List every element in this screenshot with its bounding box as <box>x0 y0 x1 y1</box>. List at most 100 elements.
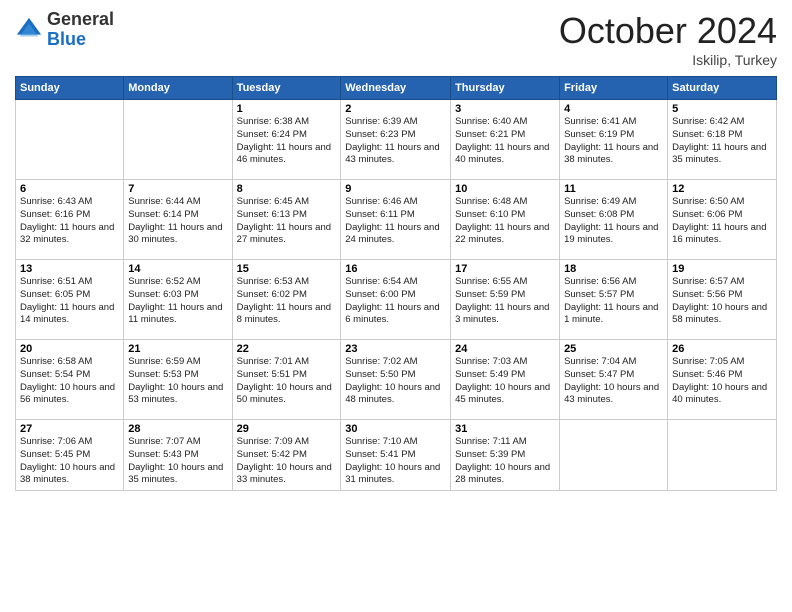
day-number: 15 <box>237 263 337 275</box>
logo: General Blue <box>15 10 114 50</box>
calendar-cell: 14Sunrise: 6:52 AMSunset: 6:03 PMDayligh… <box>124 260 232 340</box>
day-number: 21 <box>128 343 227 355</box>
day-number: 4 <box>564 103 663 115</box>
day-info: Sunrise: 7:06 AMSunset: 5:45 PMDaylight:… <box>20 436 119 487</box>
day-info: Sunrise: 7:02 AMSunset: 5:50 PMDaylight:… <box>345 356 446 407</box>
calendar-cell: 6Sunrise: 6:43 AMSunset: 6:16 PMDaylight… <box>16 180 124 260</box>
calendar-week-row: 27Sunrise: 7:06 AMSunset: 5:45 PMDayligh… <box>16 420 777 491</box>
calendar-cell: 31Sunrise: 7:11 AMSunset: 5:39 PMDayligh… <box>451 420 560 491</box>
day-info: Sunrise: 6:41 AMSunset: 6:19 PMDaylight:… <box>564 116 663 167</box>
day-number: 3 <box>455 103 555 115</box>
day-info: Sunrise: 7:09 AMSunset: 5:42 PMDaylight:… <box>237 436 337 487</box>
day-number: 29 <box>237 423 337 435</box>
day-info: Sunrise: 6:39 AMSunset: 6:23 PMDaylight:… <box>345 116 446 167</box>
calendar-cell: 2Sunrise: 6:39 AMSunset: 6:23 PMDaylight… <box>341 100 451 180</box>
day-number: 11 <box>564 183 663 195</box>
day-number: 5 <box>672 103 772 115</box>
calendar-cell: 23Sunrise: 7:02 AMSunset: 5:50 PMDayligh… <box>341 340 451 420</box>
header: General Blue October 2024 Iskilip, Turke… <box>15 10 777 68</box>
day-number: 28 <box>128 423 227 435</box>
calendar-cell: 29Sunrise: 7:09 AMSunset: 5:42 PMDayligh… <box>232 420 341 491</box>
day-info: Sunrise: 7:04 AMSunset: 5:47 PMDaylight:… <box>564 356 663 407</box>
day-info: Sunrise: 6:50 AMSunset: 6:06 PMDaylight:… <box>672 196 772 247</box>
day-info: Sunrise: 6:45 AMSunset: 6:13 PMDaylight:… <box>237 196 337 247</box>
day-number: 19 <box>672 263 772 275</box>
calendar-cell: 1Sunrise: 6:38 AMSunset: 6:24 PMDaylight… <box>232 100 341 180</box>
day-info: Sunrise: 6:52 AMSunset: 6:03 PMDaylight:… <box>128 276 227 327</box>
day-number: 26 <box>672 343 772 355</box>
day-info: Sunrise: 6:57 AMSunset: 5:56 PMDaylight:… <box>672 276 772 327</box>
calendar-cell: 25Sunrise: 7:04 AMSunset: 5:47 PMDayligh… <box>560 340 668 420</box>
calendar-cell: 19Sunrise: 6:57 AMSunset: 5:56 PMDayligh… <box>668 260 777 340</box>
day-number: 24 <box>455 343 555 355</box>
calendar-cell: 18Sunrise: 6:56 AMSunset: 5:57 PMDayligh… <box>560 260 668 340</box>
day-info: Sunrise: 6:49 AMSunset: 6:08 PMDaylight:… <box>564 196 663 247</box>
calendar-cell: 26Sunrise: 7:05 AMSunset: 5:46 PMDayligh… <box>668 340 777 420</box>
day-number: 22 <box>237 343 337 355</box>
location: Iskilip, Turkey <box>559 52 777 68</box>
day-info: Sunrise: 6:40 AMSunset: 6:21 PMDaylight:… <box>455 116 555 167</box>
calendar-week-row: 1Sunrise: 6:38 AMSunset: 6:24 PMDaylight… <box>16 100 777 180</box>
calendar-header-row: SundayMondayTuesdayWednesdayThursdayFrid… <box>16 77 777 100</box>
day-info: Sunrise: 7:11 AMSunset: 5:39 PMDaylight:… <box>455 436 555 487</box>
logo-blue: Blue <box>47 30 114 50</box>
day-info: Sunrise: 6:59 AMSunset: 5:53 PMDaylight:… <box>128 356 227 407</box>
calendar-cell: 28Sunrise: 7:07 AMSunset: 5:43 PMDayligh… <box>124 420 232 491</box>
calendar-cell <box>16 100 124 180</box>
calendar-cell: 21Sunrise: 6:59 AMSunset: 5:53 PMDayligh… <box>124 340 232 420</box>
calendar-cell: 7Sunrise: 6:44 AMSunset: 6:14 PMDaylight… <box>124 180 232 260</box>
calendar-cell <box>560 420 668 491</box>
day-header: Wednesday <box>341 77 451 100</box>
calendar: SundayMondayTuesdayWednesdayThursdayFrid… <box>15 76 777 491</box>
day-header: Thursday <box>451 77 560 100</box>
day-number: 18 <box>564 263 663 275</box>
calendar-cell: 12Sunrise: 6:50 AMSunset: 6:06 PMDayligh… <box>668 180 777 260</box>
day-info: Sunrise: 6:56 AMSunset: 5:57 PMDaylight:… <box>564 276 663 327</box>
calendar-cell: 15Sunrise: 6:53 AMSunset: 6:02 PMDayligh… <box>232 260 341 340</box>
calendar-cell: 5Sunrise: 6:42 AMSunset: 6:18 PMDaylight… <box>668 100 777 180</box>
day-info: Sunrise: 6:55 AMSunset: 5:59 PMDaylight:… <box>455 276 555 327</box>
logo-text: General Blue <box>47 10 114 50</box>
calendar-week-row: 6Sunrise: 6:43 AMSunset: 6:16 PMDaylight… <box>16 180 777 260</box>
day-number: 23 <box>345 343 446 355</box>
calendar-cell: 3Sunrise: 6:40 AMSunset: 6:21 PMDaylight… <box>451 100 560 180</box>
day-header: Saturday <box>668 77 777 100</box>
day-info: Sunrise: 6:53 AMSunset: 6:02 PMDaylight:… <box>237 276 337 327</box>
day-header: Sunday <box>16 77 124 100</box>
day-number: 30 <box>345 423 446 435</box>
day-number: 9 <box>345 183 446 195</box>
day-info: Sunrise: 7:03 AMSunset: 5:49 PMDaylight:… <box>455 356 555 407</box>
calendar-cell <box>124 100 232 180</box>
day-info: Sunrise: 6:44 AMSunset: 6:14 PMDaylight:… <box>128 196 227 247</box>
calendar-cell: 16Sunrise: 6:54 AMSunset: 6:00 PMDayligh… <box>341 260 451 340</box>
day-info: Sunrise: 6:48 AMSunset: 6:10 PMDaylight:… <box>455 196 555 247</box>
calendar-cell: 30Sunrise: 7:10 AMSunset: 5:41 PMDayligh… <box>341 420 451 491</box>
day-number: 31 <box>455 423 555 435</box>
calendar-cell: 22Sunrise: 7:01 AMSunset: 5:51 PMDayligh… <box>232 340 341 420</box>
day-number: 17 <box>455 263 555 275</box>
calendar-cell: 10Sunrise: 6:48 AMSunset: 6:10 PMDayligh… <box>451 180 560 260</box>
day-number: 7 <box>128 183 227 195</box>
day-number: 14 <box>128 263 227 275</box>
page: General Blue October 2024 Iskilip, Turke… <box>0 0 792 612</box>
calendar-week-row: 20Sunrise: 6:58 AMSunset: 5:54 PMDayligh… <box>16 340 777 420</box>
calendar-cell: 20Sunrise: 6:58 AMSunset: 5:54 PMDayligh… <box>16 340 124 420</box>
day-info: Sunrise: 6:42 AMSunset: 6:18 PMDaylight:… <box>672 116 772 167</box>
day-header: Tuesday <box>232 77 341 100</box>
day-number: 12 <box>672 183 772 195</box>
calendar-cell: 8Sunrise: 6:45 AMSunset: 6:13 PMDaylight… <box>232 180 341 260</box>
day-info: Sunrise: 6:43 AMSunset: 6:16 PMDaylight:… <box>20 196 119 247</box>
day-info: Sunrise: 7:10 AMSunset: 5:41 PMDaylight:… <box>345 436 446 487</box>
day-number: 20 <box>20 343 119 355</box>
day-number: 6 <box>20 183 119 195</box>
logo-general: General <box>47 10 114 30</box>
day-header: Friday <box>560 77 668 100</box>
day-info: Sunrise: 6:46 AMSunset: 6:11 PMDaylight:… <box>345 196 446 247</box>
calendar-cell: 27Sunrise: 7:06 AMSunset: 5:45 PMDayligh… <box>16 420 124 491</box>
day-number: 16 <box>345 263 446 275</box>
day-info: Sunrise: 7:05 AMSunset: 5:46 PMDaylight:… <box>672 356 772 407</box>
day-number: 27 <box>20 423 119 435</box>
day-info: Sunrise: 6:58 AMSunset: 5:54 PMDaylight:… <box>20 356 119 407</box>
calendar-cell <box>668 420 777 491</box>
day-number: 2 <box>345 103 446 115</box>
